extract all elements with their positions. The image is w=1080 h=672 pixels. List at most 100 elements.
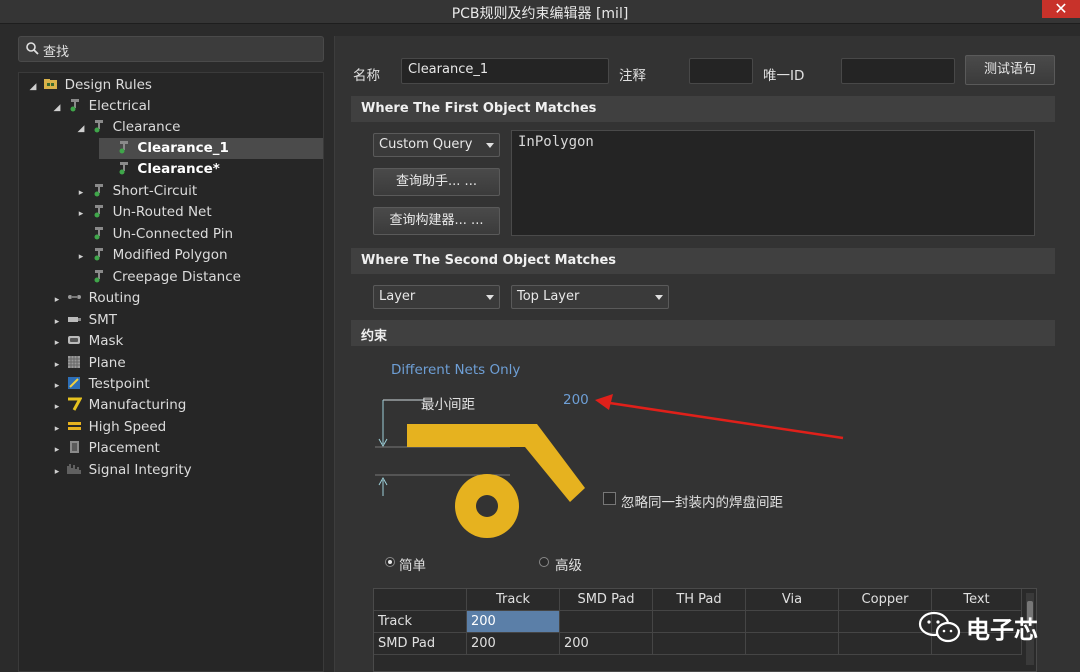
tree-node-label: Clearance* [137,161,220,177]
test-query-button[interactable]: 测试语句 [965,55,1055,85]
expand-arrow-icon[interactable]: ▸ [51,419,63,440]
constraints-section-header: 约束 [351,320,1055,346]
tree-node-placement[interactable]: ▸ Placement [51,438,323,459]
tree-node-plane[interactable]: ▸ Plane [51,353,323,374]
tree-node-electrical[interactable]: ◢ Electrical [51,96,323,117]
tree-node-smt[interactable]: ▸ SMT [51,310,323,331]
tree-node-creepage-distance[interactable]: Creepage Distance [75,267,323,288]
matrix-header-th-pad: TH Pad [653,589,746,611]
rule-icon [94,248,104,261]
mode-simple-label: 简单 [399,558,426,574]
close-button[interactable]: ✕ [1042,0,1080,18]
unique-id-label: 唯一ID [763,68,805,84]
matrix-cell[interactable] [746,611,839,633]
tree-node-routing[interactable]: ▸ Routing [51,288,323,309]
tree-node-short-circuit[interactable]: ▸ Short-Circuit [75,181,323,202]
matrix-cell[interactable] [746,633,839,655]
tree-node-testpoint[interactable]: ▸ Testpoint [51,374,323,395]
mask-icon [68,336,81,344]
mode-advanced-radio[interactable] [539,557,549,567]
tree-node-label: Un-Routed Net [112,204,212,220]
tree-node-clearance-1[interactable]: Clearance_1 [99,138,323,159]
rule-icon [119,162,128,175]
expand-arrow-icon[interactable]: ▸ [75,247,87,268]
rule-icon [94,227,104,240]
name-label: 名称 [353,68,380,84]
matrix-cell[interactable] [653,611,746,633]
matrix-row-header: SMD Pad [374,633,467,655]
placement-icon [70,441,80,453]
tree-node-label: Manufacturing [88,397,187,413]
matrix-header-smd-pad: SMD Pad [560,589,653,611]
tree-node-label: Testpoint [88,376,150,392]
matrix-row-header: Track [374,611,467,633]
name-field[interactable]: Clearance_1 [401,58,609,84]
routing-icon [68,295,82,299]
tree-node-clearance-star[interactable]: Clearance* [99,159,323,180]
tree-node-label: Plane [88,355,126,371]
collapse-arrow-icon[interactable]: ◢ [51,98,63,119]
expand-arrow-icon[interactable]: ▸ [51,312,63,333]
net-scope-link[interactable]: Different Nets Only [391,362,520,378]
expand-arrow-icon[interactable]: ▸ [51,355,63,376]
expand-arrow-icon[interactable]: ▸ [51,397,63,418]
tree-node-manufacturing[interactable]: ▸ Manufacturing [51,395,323,416]
collapse-arrow-icon[interactable]: ◢ [75,119,87,140]
tree-node-label: Un-Connected Pin [112,226,234,242]
query-helper-button[interactable]: 查询助手... ... [373,168,500,196]
matrix-cell[interactable]: 200 [560,633,653,655]
tree-node-label: High Speed [88,419,167,435]
tree-node-un-routed-net[interactable]: ▸ Un-Routed Net [75,202,323,223]
tree-node-label: Short-Circuit [112,183,198,199]
tree-node-signal-integrity[interactable]: ▸ Signal Integrity [51,460,323,481]
tree-node-label: Clearance_1 [137,140,229,156]
search-box[interactable]: 查找 [18,36,324,62]
unique-id-field[interactable] [841,58,955,84]
expand-arrow-icon[interactable]: ▸ [51,440,63,461]
window-title: PCB规则及约束编辑器 [mil] [451,6,629,22]
matrix-cell[interactable]: 200 [467,633,560,655]
layer-dropdown[interactable]: Top Layer [511,285,669,309]
matrix-cell[interactable] [653,633,746,655]
rule-tree: ◢ Design Rules ◢ Electrical ◢ Clearance … [18,72,324,672]
collapse-arrow-icon[interactable]: ◢ [27,77,39,98]
expand-arrow-icon[interactable]: ▸ [51,333,63,354]
rule-editor-panel: 名称 Clearance_1 注释 唯一ID 测试语句 Where The Fi… [334,36,1080,672]
tree-node-modified-polygon[interactable]: ▸ Modified Polygon [75,245,323,266]
tree-node-high-speed[interactable]: ▸ High Speed [51,417,323,438]
expand-arrow-icon[interactable]: ▸ [51,290,63,311]
tree-node-label: Modified Polygon [112,247,228,263]
search-icon [26,42,39,55]
tree-node-clearance[interactable]: ◢ Clearance [75,117,323,138]
comment-label: 注释 [619,68,646,84]
tree-node-design-rules[interactable]: ◢ Design Rules [27,75,323,96]
comment-field[interactable] [689,58,753,84]
rule-icon [94,120,104,133]
expand-arrow-icon[interactable]: ▸ [75,204,87,225]
second-object-type-dropdown[interactable]: Layer [373,285,500,309]
tree-node-label: Electrical [88,98,151,114]
ignore-pads-label: 忽略同一封装内的焊盘间距 [621,495,783,511]
query-builder-button[interactable]: 查询构建器... ... [373,207,500,235]
expand-arrow-icon[interactable]: ▸ [51,462,63,483]
folder-icon [44,79,58,89]
rule-icon [94,205,104,218]
query-editor[interactable]: InPolygon [511,130,1035,236]
mode-simple-radio[interactable] [385,557,395,567]
matrix-cell[interactable]: 200 [467,611,560,633]
tree-node-label: Signal Integrity [88,462,192,478]
search-label: 查找 [43,45,70,60]
expand-arrow-icon[interactable]: ▸ [51,376,63,397]
chevron-down-icon [655,295,663,300]
tree-node-label: Routing [88,290,141,306]
matrix-cell[interactable] [560,611,653,633]
tree-node-un-connected-pin[interactable]: Un-Connected Pin [75,224,323,245]
expand-arrow-icon[interactable]: ▸ [75,183,87,204]
title-bar: PCB规则及约束编辑器 [mil] ✕ [0,0,1080,24]
ignore-pads-checkbox[interactable] [603,492,616,505]
manufacturing-icon [68,397,83,411]
tree-node-mask[interactable]: ▸ Mask [51,331,323,352]
first-object-type-value: Custom Query [379,137,473,152]
first-object-type-dropdown[interactable]: Custom Query [373,133,500,157]
annotation-arrow [595,394,844,440]
